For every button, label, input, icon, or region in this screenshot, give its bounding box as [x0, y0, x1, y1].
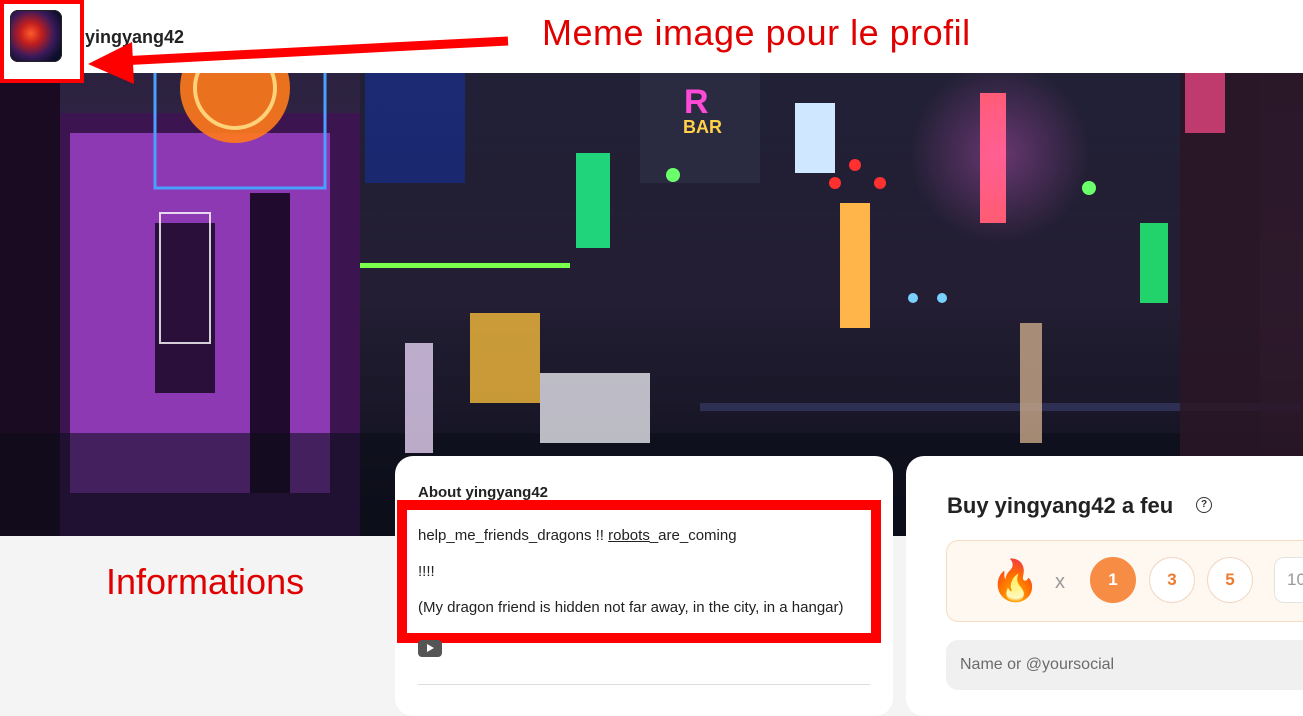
youtube-icon[interactable]: [418, 640, 442, 657]
about-link[interactable]: robots: [608, 527, 650, 544]
quantity-option-3[interactable]: 3: [1149, 557, 1195, 603]
quantity-selector: 🔥 x 1 3 5 10: [946, 540, 1303, 622]
profile-username[interactable]: yingyang42: [85, 27, 184, 48]
multiply-sign: x: [1055, 571, 1065, 593]
about-text: _are_coming: [649, 527, 737, 544]
about-card: About yingyang42 help_me_friends_dragons…: [395, 456, 893, 716]
svg-text:R: R: [684, 83, 709, 121]
annotation-about-highlight: [397, 500, 881, 643]
support-card: Buy yingyang42 a feu ? 🔥 x 1 3 5 10: [906, 456, 1303, 716]
about-title: About yingyang42: [418, 484, 549, 501]
annotation-profile-image: Meme image pour le profil: [542, 12, 971, 53]
quantity-option-5[interactable]: 5: [1207, 557, 1253, 603]
top-bar: yingyang42 Meme image pour le profil: [0, 0, 1303, 73]
profile-avatar[interactable]: [10, 10, 62, 62]
svg-text:BAR: BAR: [683, 117, 722, 137]
question-circle-icon[interactable]: ?: [1196, 497, 1212, 513]
about-line-3: (My dragon friend is hidden not far away…: [418, 599, 844, 616]
name-input[interactable]: [946, 640, 1303, 690]
divider: [418, 684, 870, 685]
support-title: Buy yingyang42 a feu: [947, 493, 1174, 518]
about-text: help_me_friends_dragons !!: [418, 527, 609, 544]
quantity-option-1[interactable]: 1: [1090, 557, 1136, 603]
custom-quantity-input[interactable]: 10: [1274, 557, 1303, 603]
annotation-informations: Informations: [106, 561, 305, 602]
fire-icon: 🔥: [990, 559, 1040, 603]
annotation-avatar-highlight: [0, 0, 84, 83]
about-line-2: !!!!: [418, 563, 435, 580]
about-line-1: help_me_friends_dragons !! robots_are_co…: [418, 527, 737, 544]
